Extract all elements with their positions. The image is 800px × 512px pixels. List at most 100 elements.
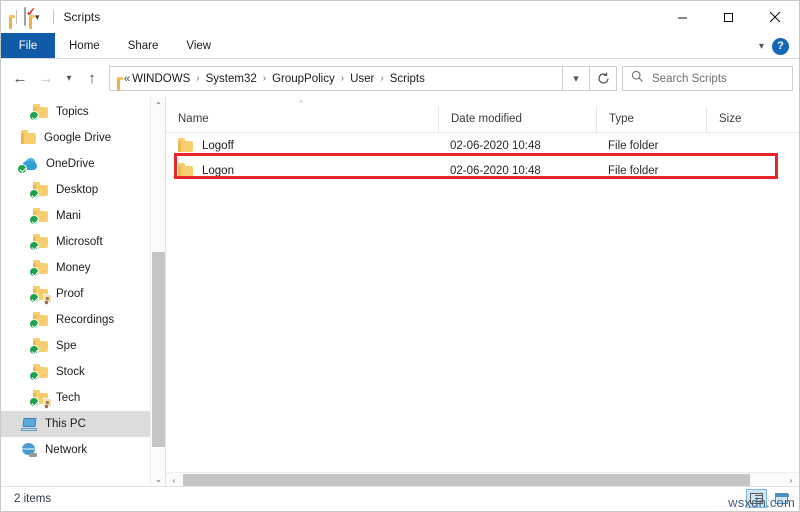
item-count-label: 2 items xyxy=(14,493,52,505)
search-icon xyxy=(631,70,644,88)
file-type-cell: File folder xyxy=(608,164,659,177)
toolbar-divider xyxy=(16,10,17,24)
table-row[interactable]: Logon 02-06-2020 10:48 File folder xyxy=(166,158,799,183)
sidebar-item-label: Proof xyxy=(56,288,84,300)
sidebar-item-proof[interactable]: Proof xyxy=(1,281,165,307)
sidebar-item-label: Recordings xyxy=(56,314,115,326)
address-bar-buttons: ▾ xyxy=(563,66,617,91)
breadcrumb-separator-icon: › xyxy=(262,73,267,84)
sidebar-item-label: Google Drive xyxy=(44,132,112,144)
sort-ascending-icon: ⌃ xyxy=(297,99,305,109)
breadcrumb[interactable]: « WINDOWS › System32 › GroupPolicy › Use… xyxy=(109,66,563,91)
breadcrumb-separator-icon: › xyxy=(196,73,200,84)
sidebar-item-mani[interactable]: Mani xyxy=(1,203,165,229)
breadcrumb-item-scripts[interactable]: Scripts xyxy=(390,73,425,85)
folder-icon xyxy=(178,162,193,177)
refresh-icon[interactable] xyxy=(590,66,617,91)
breadcrumb-item-user[interactable]: User xyxy=(350,73,374,85)
breadcrumb-separator-icon: › xyxy=(340,73,345,84)
ribbon-tabs: File Home Share View ▾ ? xyxy=(1,33,799,59)
sidebar-item-label: Microsoft xyxy=(56,236,103,248)
maximize-button[interactable] xyxy=(705,1,751,33)
sidebar-item-stock[interactable]: Stock xyxy=(1,359,165,385)
up-button[interactable]: ↑ xyxy=(79,66,105,92)
file-date-cell: 02-06-2020 10:48 xyxy=(450,139,541,152)
window-title: Scripts xyxy=(52,10,100,24)
breadcrumb-item-grouppolicy[interactable]: GroupPolicy xyxy=(272,73,335,85)
forward-button[interactable]: → xyxy=(33,66,59,92)
help-icon[interactable]: ? xyxy=(772,37,789,55)
file-name-label: Logon xyxy=(202,164,234,177)
sidebar-item-label: Desktop xyxy=(56,184,99,196)
address-bar: ← → ▾ ↑ « WINDOWS › System32 › GroupPoli… xyxy=(1,60,799,97)
folder-sync-icon xyxy=(29,234,48,251)
file-rows: Logoff 02-06-2020 10:48 File folder Logo… xyxy=(166,133,799,183)
folder-icon xyxy=(178,137,193,152)
sidebar-scrollbar[interactable]: ⌃ ⌄ xyxy=(150,97,165,488)
sidebar-item-tech[interactable]: Tech xyxy=(1,385,165,411)
sidebar-item-label: Mani xyxy=(56,210,81,222)
collapse-ribbon-chevron-icon[interactable]: ▾ xyxy=(759,41,764,52)
folder-icon xyxy=(21,130,36,144)
navigation-pane: Topics Google Drive OneDrive Desktop Man… xyxy=(1,97,166,488)
sidebar-item-google-drive[interactable]: Google Drive xyxy=(1,125,165,151)
table-row[interactable]: Logoff 02-06-2020 10:48 File folder xyxy=(166,133,799,158)
sidebar-item-label: Tech xyxy=(56,392,81,404)
file-date-cell: 02-06-2020 10:48 xyxy=(450,164,541,177)
back-button[interactable]: ← xyxy=(7,66,33,92)
sidebar-scrollbar-thumb[interactable] xyxy=(152,252,165,447)
file-name-cell: Logoff xyxy=(166,137,438,152)
watermark-label: wsxdn.com xyxy=(728,495,795,510)
navigation-tree: Topics Google Drive OneDrive Desktop Man… xyxy=(1,97,165,463)
sidebar-item-money[interactable]: Money xyxy=(1,255,165,281)
sidebar-item-onedrive[interactable]: OneDrive xyxy=(1,151,165,177)
minimize-button[interactable] xyxy=(659,1,705,33)
sidebar-item-label: Spe xyxy=(56,340,77,352)
sidebar-item-microsoft[interactable]: Microsoft xyxy=(1,229,165,255)
folder-sync-icon xyxy=(29,104,48,121)
breadcrumb-item-system32[interactable]: System32 xyxy=(206,73,257,85)
tab-share[interactable]: Share xyxy=(114,33,173,58)
sidebar-item-recordings[interactable]: Recordings xyxy=(1,307,165,333)
tab-file[interactable]: File xyxy=(1,33,55,58)
search-input[interactable]: Search Scripts xyxy=(622,66,793,91)
sidebar-item-network[interactable]: Network xyxy=(1,437,165,463)
onedrive-cloud-icon xyxy=(17,157,38,174)
close-button[interactable] xyxy=(751,1,799,33)
breadcrumb-item-windows[interactable]: WINDOWS xyxy=(132,73,190,85)
breadcrumb-separator-icon: › xyxy=(380,73,384,84)
sidebar-item-this-pc[interactable]: This PC xyxy=(1,411,165,437)
column-header-type[interactable]: Type xyxy=(596,106,706,132)
title-bar: ▾ Scripts xyxy=(1,1,799,33)
tab-view[interactable]: View xyxy=(172,33,225,58)
status-bar: 2 items wsxdn.com xyxy=(1,486,799,511)
file-name-label: Logoff xyxy=(202,139,234,152)
folder-shared-sync-icon xyxy=(29,286,52,303)
explorer-body: Topics Google Drive OneDrive Desktop Man… xyxy=(1,97,799,488)
column-header-date-modified[interactable]: Date modified xyxy=(438,106,596,132)
search-placeholder: Search Scripts xyxy=(652,72,727,85)
sidebar-item-label: This PC xyxy=(45,418,86,430)
previous-locations-chevron-icon[interactable]: ▾ xyxy=(563,66,590,91)
breadcrumb-overflow-icon[interactable]: « xyxy=(124,73,130,85)
sidebar-item-spe[interactable]: Spe xyxy=(1,333,165,359)
this-pc-icon xyxy=(21,417,37,431)
column-header-size[interactable]: Size xyxy=(706,106,764,132)
folder-sync-icon xyxy=(29,364,48,381)
file-name-cell: Logon xyxy=(166,162,438,177)
properties-icon[interactable] xyxy=(24,7,26,26)
scroll-up-icon[interactable]: ⌃ xyxy=(151,97,165,114)
window-controls xyxy=(659,1,799,33)
sidebar-item-topics[interactable]: Topics xyxy=(1,99,165,125)
folder-sync-icon xyxy=(29,338,48,355)
quick-access-toolbar: ▾ xyxy=(1,7,43,26)
tab-home[interactable]: Home xyxy=(55,33,114,58)
folder-sync-icon xyxy=(29,312,48,329)
folder-shared-sync-icon xyxy=(29,390,52,407)
sidebar-item-desktop[interactable]: Desktop xyxy=(1,177,165,203)
file-type-cell: File folder xyxy=(608,139,659,152)
folder-sync-icon xyxy=(29,182,48,199)
column-headers: Name Date modified Type Size xyxy=(166,106,799,133)
file-explorer-window: ▾ Scripts File Home Share View ▾ ? ← → ▾ xyxy=(0,0,800,512)
recent-locations-chevron-icon[interactable]: ▾ xyxy=(59,66,79,92)
